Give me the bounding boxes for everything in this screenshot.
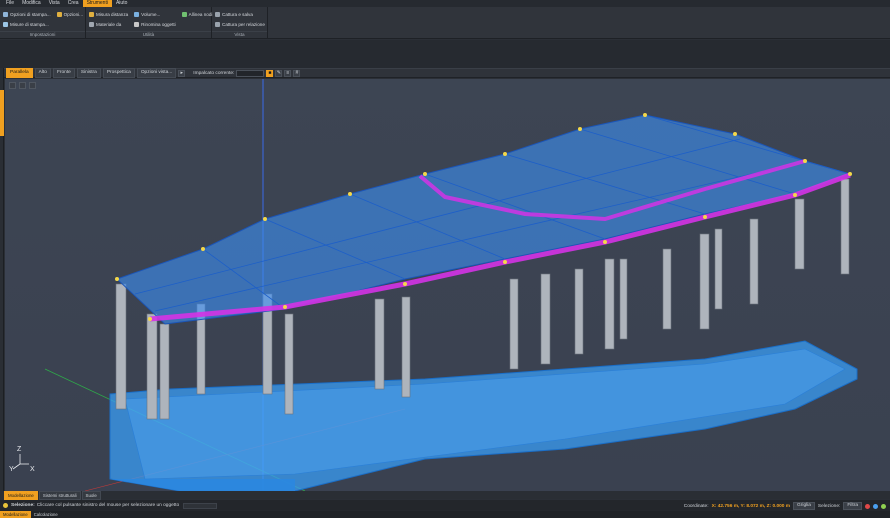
align-nodes-button[interactable]: Allinea nodi bbox=[181, 9, 212, 19]
camera-icon bbox=[215, 11, 220, 17]
selection-mode-label: Selezione: bbox=[11, 503, 35, 508]
menu-file[interactable]: File bbox=[2, 0, 18, 7]
command-input[interactable] bbox=[183, 502, 218, 509]
view-toolbar: Parallela Alto Fronte Sinistra Prospetti… bbox=[4, 68, 890, 78]
menu-vista[interactable]: Vista bbox=[45, 0, 64, 7]
tab-fronte[interactable]: Fronte bbox=[52, 68, 75, 78]
coord-label: Coordinate: bbox=[683, 503, 709, 509]
grid-toggle-button[interactable]: Griglia bbox=[793, 502, 815, 510]
axis-z-label: Z bbox=[17, 446, 22, 453]
gear-icon bbox=[56, 11, 62, 17]
ribbon-group-title: Utilità bbox=[86, 31, 211, 38]
mode-tab-calcolazione[interactable]: Calcolazione bbox=[31, 511, 61, 518]
roof-slab bbox=[116, 114, 852, 325]
layers-icon[interactable]: ≡ bbox=[284, 69, 292, 77]
ribbon-group-title: Impostazioni bbox=[0, 31, 85, 38]
menu-aiuto[interactable]: Aiuto bbox=[112, 0, 131, 7]
menu-strumenti[interactable]: Strumenti bbox=[82, 0, 112, 7]
camera-report-icon bbox=[215, 21, 220, 27]
material-icon bbox=[89, 21, 94, 27]
tab-sinistra[interactable]: Sinistra bbox=[76, 68, 101, 78]
selection-mode-icon bbox=[3, 503, 8, 508]
workspace-tabs: Modellazione Sistemi strutturali Suole bbox=[4, 490, 890, 500]
grid-icon[interactable]: # bbox=[293, 69, 301, 77]
ribbon-group-title: Vista bbox=[212, 31, 267, 38]
status-right: Coordinate: X: 42.756 m, Y: 8.072 m, Z: … bbox=[684, 502, 886, 510]
material-button[interactable]: Materiale da bbox=[89, 19, 128, 29]
status-blue-icon[interactable] bbox=[873, 503, 878, 509]
tab-parallela[interactable]: Parallela bbox=[6, 68, 33, 78]
status-bar: Selezione: Cliccare col pulsante sinistr… bbox=[0, 500, 890, 511]
measure-icon bbox=[89, 11, 94, 17]
menu-bar: File Modifica Vista Crea Strumenti Aiuto bbox=[0, 0, 890, 7]
tab-sistemi-strutturali[interactable]: Sistemi strutturali bbox=[38, 490, 81, 500]
left-panel-active-tab[interactable] bbox=[0, 90, 4, 136]
rename-icon bbox=[134, 21, 140, 27]
filter-button[interactable]: Filtra bbox=[843, 502, 862, 510]
ruler-icon bbox=[3, 21, 8, 27]
volume-button[interactable]: Volume... bbox=[134, 9, 175, 19]
options-button[interactable]: Opzioni... bbox=[56, 9, 83, 19]
axis-x-label: X bbox=[30, 466, 35, 473]
menu-modifica[interactable]: Modifica bbox=[18, 0, 45, 7]
rename-objects-button[interactable]: Rinomina oggetti bbox=[134, 19, 176, 29]
mode-tab-modellazione[interactable]: Modellazione bbox=[0, 511, 31, 518]
axis-indicator bbox=[12, 454, 29, 470]
print-icon bbox=[3, 11, 8, 17]
selection-label: Selezione: bbox=[817, 503, 841, 509]
bottom-mode-tabs: Modellazione Calcolazione bbox=[0, 511, 890, 518]
lock-icon[interactable]: ■ bbox=[266, 69, 274, 77]
tab-alto[interactable]: Alto bbox=[34, 68, 51, 78]
ribbon-group-vista: Cattura e salva Cattura per relazione Vi… bbox=[212, 7, 268, 39]
cube-icon bbox=[134, 11, 140, 17]
measure-distance-button[interactable]: Misura distanza bbox=[89, 9, 128, 19]
axis-y-label: Y bbox=[9, 466, 14, 473]
current-plane-select[interactable] bbox=[236, 69, 265, 77]
align-icon bbox=[181, 11, 187, 17]
ribbon: Opzioni di stampa... Misure di stampa...… bbox=[0, 7, 890, 39]
left-panel-strip[interactable] bbox=[0, 68, 4, 491]
menu-crea[interactable]: Crea bbox=[64, 0, 83, 7]
current-plane-label: Impalcato corrente: bbox=[193, 70, 235, 76]
status-green-icon[interactable] bbox=[881, 503, 886, 509]
status-message: Cliccare col pulsante sinistro del mouse… bbox=[36, 503, 180, 508]
foundation-edge bbox=[110, 479, 295, 491]
print-options-button[interactable]: Opzioni di stampa... bbox=[3, 9, 51, 19]
capture-report-button[interactable]: Cattura per relazione bbox=[215, 19, 265, 29]
print-sizes-button[interactable]: Misure di stampa... bbox=[3, 19, 51, 29]
tab-prospettica[interactable]: Prospettica bbox=[102, 68, 135, 78]
3d-viewport[interactable]: Z Y X bbox=[5, 79, 890, 491]
capture-save-button[interactable]: Cattura e salva bbox=[215, 9, 265, 19]
tab-suole[interactable]: Suole bbox=[81, 490, 101, 500]
tools-icon[interactable]: ✎ bbox=[275, 69, 283, 77]
tab-modellazione[interactable]: Modellazione bbox=[4, 490, 38, 500]
coord-value: X: 42.756 m, Y: 8.072 m, Z: 0.000 m bbox=[711, 503, 791, 509]
status-red-icon[interactable] bbox=[865, 503, 870, 509]
ribbon-group-utilita: Misura distanza Materiale da Volume... R… bbox=[86, 7, 212, 39]
play-icon[interactable]: ▸ bbox=[178, 69, 186, 77]
structure-model: Z Y X bbox=[9, 79, 858, 491]
view-options-button[interactable]: Opzioni vista... bbox=[136, 68, 177, 78]
ribbon-spacer bbox=[0, 40, 890, 68]
ribbon-group-impostazioni: Opzioni di stampa... Misure di stampa...… bbox=[0, 7, 86, 39]
